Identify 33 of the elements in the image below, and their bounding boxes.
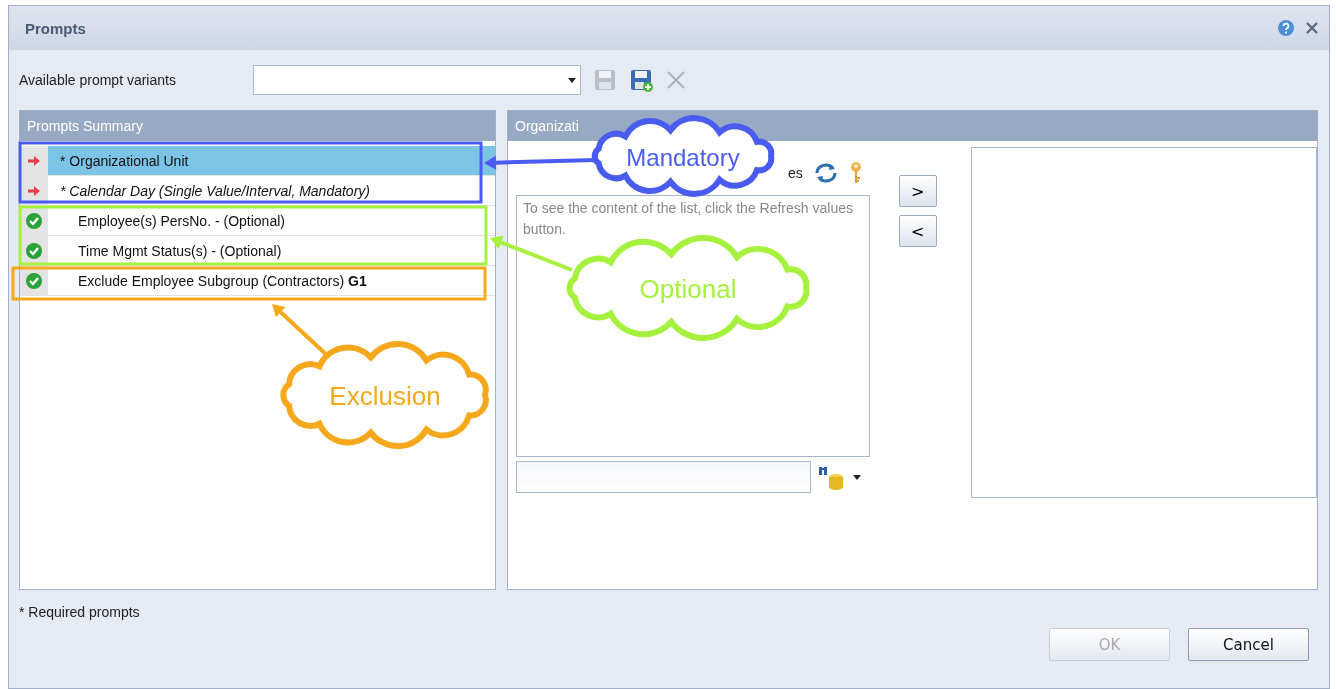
move-button[interactable]: < <box>898 215 937 247</box>
move-button[interactable]: > <box>898 175 937 207</box>
footnote: * Required prompts <box>18 603 141 620</box>
save-icon <box>593 68 617 92</box>
prompt-item[interactable]: Time Mgmt Status(s) - (Optional) <box>48 236 495 265</box>
close-icon[interactable] <box>1305 21 1319 35</box>
save-as-icon <box>629 68 653 92</box>
variant-dropdown[interactable] <box>253 65 581 95</box>
caret-icon <box>568 77 576 83</box>
prompt-item[interactable]: Exclude Employee Subgroup (Contractors) G1 <box>48 266 495 295</box>
check-icon <box>25 211 43 230</box>
selected-list[interactable] <box>970 147 1317 498</box>
check-icon <box>25 241 43 260</box>
key-icon <box>848 161 863 185</box>
caret-icon <box>853 474 861 480</box>
window-title: Prompts <box>25 19 87 37</box>
prompt-item[interactable]: Employee(s) PersNo. - (Optional) <box>48 206 495 235</box>
callout-label: Exclusion <box>329 381 441 411</box>
arrow-icon <box>27 184 41 197</box>
label-fragment: es <box>787 165 803 181</box>
delete-icon <box>665 69 687 91</box>
check-icon <box>25 271 43 290</box>
field-label: Available prompt variants <box>19 72 177 88</box>
callout-label: Mandatory <box>626 144 740 171</box>
panel-header: Prompts Summary <box>20 111 495 141</box>
search-field[interactable] <box>516 461 811 493</box>
prompt-item[interactable]: * Organizational Unit <box>48 146 495 175</box>
arrow-icon <box>27 154 41 167</box>
help-icon[interactable] <box>1277 19 1295 37</box>
dialog-button[interactable]: Cancel <box>1188 628 1309 661</box>
prompt-item[interactable]: * Calendar Day (Single Value/Interval, Mandatory) <box>48 176 495 205</box>
list-hint: To see the content of the list, click the Refresh values button. <box>523 199 854 239</box>
callout-label: Optional <box>639 274 737 304</box>
